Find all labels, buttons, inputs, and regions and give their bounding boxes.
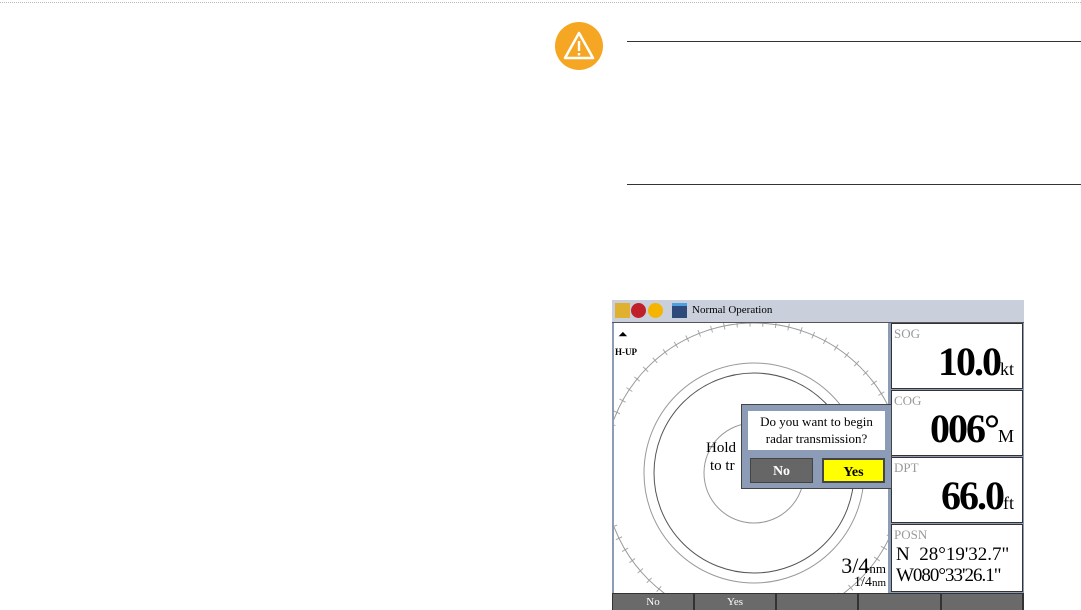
dpt-number: 66.0 xyxy=(941,473,1005,518)
dialog-message: Do you want to begin radar transmission? xyxy=(748,411,885,450)
cog-panel: COG 006°M xyxy=(891,390,1023,456)
rule-bottom xyxy=(627,184,1081,185)
cog-number: 006° xyxy=(929,406,1000,451)
hint-line-2: to tr xyxy=(710,458,735,474)
dialog-yes-button[interactable]: Yes xyxy=(822,458,885,483)
sog-unit: kt xyxy=(999,359,1014,379)
sog-panel: SOG 10.0kt xyxy=(891,323,1023,389)
posn-panel: POSN N 28°19'32.7" W080°33'26.1" xyxy=(891,524,1023,592)
radar-screen: Normal Operation ⏶ H-UP Hold to tr 3/4nm… xyxy=(612,300,1024,610)
range-unit: nm xyxy=(871,577,886,589)
dialog-no-button[interactable]: No xyxy=(750,458,813,483)
sog-label: SOG xyxy=(894,326,921,341)
fish-icon xyxy=(648,303,663,318)
longitude: W080°33'26.1" xyxy=(896,565,1001,586)
dotted-divider xyxy=(0,2,1081,3)
range-unit: nm xyxy=(869,561,886,576)
dpt-unit: ft xyxy=(1003,493,1014,513)
cog-label: COG xyxy=(894,393,922,408)
north-arrow-icon: ⏶ xyxy=(618,327,628,341)
sog-number: 10.0 xyxy=(937,339,1002,384)
posn-label: POSN xyxy=(894,527,928,542)
gps-icon xyxy=(615,303,630,318)
rule-top xyxy=(627,41,1081,42)
softkey-no[interactable]: No xyxy=(613,594,693,610)
title-text: Normal Operation xyxy=(692,304,773,316)
softkey-bar: No Yes xyxy=(612,593,1024,610)
transmit-dialog: Do you want to begin radar transmission?… xyxy=(741,404,892,489)
range-inner-value: 1/4 xyxy=(854,575,872,590)
latitude: N 28°19'32.7" xyxy=(896,544,1010,565)
status-icon xyxy=(672,303,687,318)
title-bar: Normal Operation xyxy=(612,300,1024,323)
cog-value: 006°M xyxy=(930,405,1014,452)
warning-icon xyxy=(555,22,603,70)
range-inner: 1/4nm xyxy=(854,575,886,591)
dpt-label: DPT xyxy=(894,460,919,475)
softkey-3[interactable] xyxy=(777,594,857,610)
dpt-panel: DPT 66.0ft xyxy=(891,457,1023,523)
orientation-label: H-UP xyxy=(615,347,637,357)
dpt-value: 66.0ft xyxy=(941,472,1014,519)
softkey-4[interactable] xyxy=(859,594,940,610)
sog-value: 10.0kt xyxy=(938,338,1014,385)
softkey-yes[interactable]: Yes xyxy=(695,594,775,610)
hint-line-1: Hold xyxy=(706,440,736,456)
softkey-5[interactable] xyxy=(942,594,1022,610)
cog-unit: M xyxy=(997,426,1014,446)
radar-icon xyxy=(631,303,646,318)
